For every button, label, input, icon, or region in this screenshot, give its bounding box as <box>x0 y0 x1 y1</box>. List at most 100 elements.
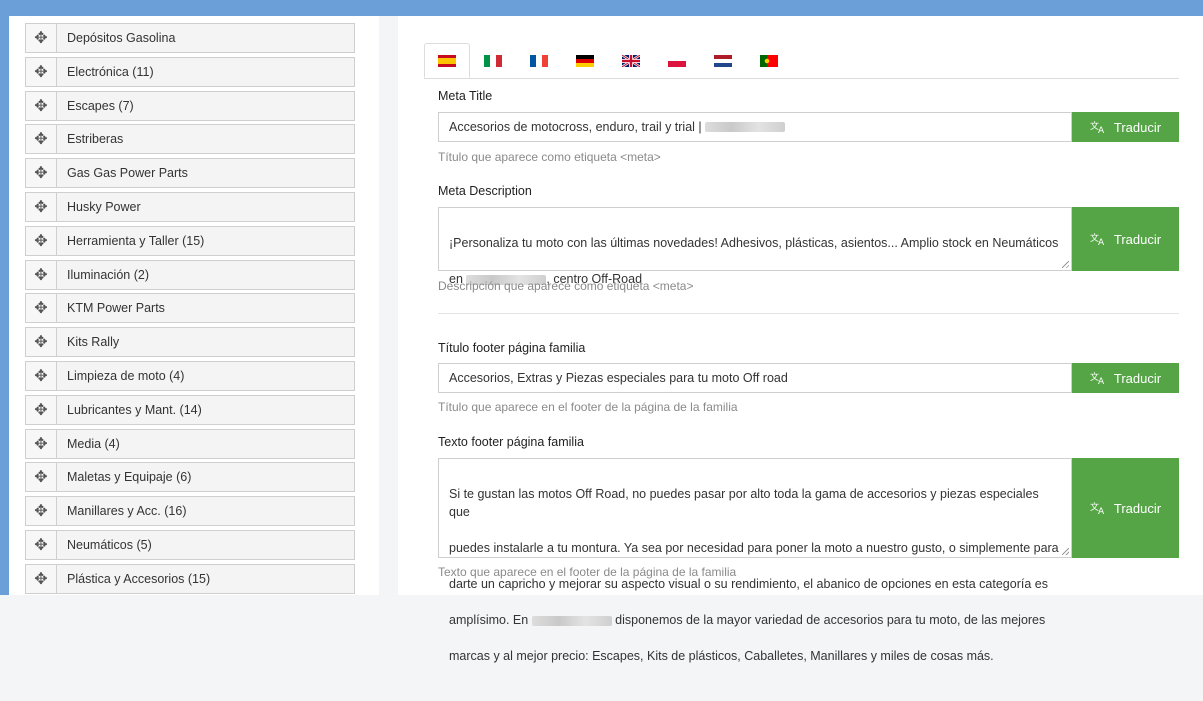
meta-title-help: Título que aparece como etiqueta <meta> <box>438 150 661 164</box>
meta-description-help: Descripción que aparece como etiqueta <m… <box>438 279 694 293</box>
category-list: ✥ Depósitos Gasolina ✥ Electrónica (11) ✥ E… <box>25 23 355 598</box>
list-item[interactable]: ✥ Estriberas <box>25 124 355 155</box>
category-label: Kits Rally <box>67 335 120 350</box>
meta-title-value: Accesorios de motocross, enduro, trail y… <box>449 120 702 134</box>
translate-meta-title-button[interactable]: 文A Traducir <box>1072 112 1179 142</box>
translate-meta-description-button[interactable]: 文A Traducir <box>1072 207 1179 271</box>
drag-handle-icon[interactable]: ✥ <box>26 497 57 526</box>
tab-language-pt[interactable] <box>746 43 792 78</box>
germany-flag-icon <box>576 54 594 67</box>
meta-title-input[interactable]: Accesorios de motocross, enduro, trail y… <box>438 112 1072 142</box>
drag-handle-icon[interactable]: ✥ <box>26 125 57 154</box>
translate-label: Traducir <box>1113 500 1162 516</box>
svg-text:A: A <box>1098 126 1105 134</box>
footer-text-line: puedes instalarle a tu montura. Ya sea p… <box>449 541 1059 555</box>
drag-handle-icon[interactable]: ✥ <box>26 361 57 390</box>
list-item[interactable]: ✥ Plástica y Accesorios (15) <box>25 563 355 594</box>
list-item[interactable]: ✥ Iluminación (2) <box>25 259 355 290</box>
translate-label: Traducir <box>1113 231 1162 247</box>
category-label: Neumáticos (5) <box>67 537 152 552</box>
category-label: Electrónica (11) <box>67 64 154 79</box>
category-label: Estriberas <box>67 132 124 147</box>
tab-language-es[interactable] <box>424 43 470 78</box>
drag-handle-icon[interactable]: ✥ <box>26 260 57 289</box>
footer-text-line: amplísimo. En disponemos de la mayor var… <box>449 611 1061 629</box>
category-label: Lubricantes y Mant. (14) <box>67 402 202 417</box>
drag-handle-icon[interactable]: ✥ <box>26 328 57 357</box>
footer-text-textarea[interactable]: Si te gustan las motos Off Road, no pued… <box>438 458 1072 663</box>
list-item[interactable]: ✥ Electrónica (11) <box>25 56 355 87</box>
list-item[interactable]: ✥ Husky Power <box>25 191 355 222</box>
list-item[interactable]: ✥ Gas Gas Power Parts <box>25 158 355 189</box>
resize-handle-icon[interactable] <box>1062 261 1069 268</box>
tab-language-pl[interactable] <box>654 43 700 78</box>
tab-language-en[interactable] <box>608 43 654 78</box>
footer-title-input[interactable]: Accesorios, Extras y Piezas especiales p… <box>438 363 1072 393</box>
category-label: Depósitos Gasolina <box>67 31 176 45</box>
meta-title-label: Meta Title <box>438 89 493 103</box>
drag-handle-icon[interactable]: ✥ <box>26 226 57 255</box>
category-label: KTM Power Parts <box>67 301 165 316</box>
spain-flag-icon <box>438 54 456 67</box>
category-label: Limpieza de moto (4) <box>67 368 185 383</box>
drag-handle-icon[interactable]: ✥ <box>26 192 57 221</box>
svg-text:A: A <box>1098 507 1105 515</box>
footer-title-help: Título que aparece en el footer de la pá… <box>438 400 738 414</box>
language-tabs <box>424 43 1179 79</box>
drag-handle-icon[interactable]: ✥ <box>26 24 57 52</box>
svg-text:A: A <box>1098 377 1105 385</box>
tab-language-it[interactable] <box>470 43 516 78</box>
list-item[interactable]: ✥ Limpieza de moto (4) <box>25 360 355 391</box>
list-item[interactable]: ✥ Media (4) <box>25 428 355 459</box>
italy-flag-icon <box>484 54 502 67</box>
list-item[interactable]: ✥ Herramienta y Taller (15) <box>25 225 355 256</box>
drag-handle-icon[interactable]: ✥ <box>26 159 57 188</box>
translate-icon: 文A <box>1090 371 1105 385</box>
category-label: Manillares y Acc. (16) <box>67 504 187 519</box>
meta-description-line: ¡Personaliza tu moto con las últimas nov… <box>449 236 1059 250</box>
redacted-text <box>705 122 786 132</box>
footer-text-line: Si te gustan las motos Off Road, no pued… <box>449 487 1039 519</box>
meta-description-textarea[interactable]: ¡Personaliza tu moto con las últimas nov… <box>438 207 1072 286</box>
list-item[interactable]: ✥ Lubricantes y Mant. (14) <box>25 394 355 425</box>
footer-title-value: Accesorios, Extras y Piezas especiales p… <box>449 371 788 385</box>
tab-language-nl[interactable] <box>700 43 746 78</box>
list-item[interactable]: ✥ Maletas y Equipaje (6) <box>25 462 355 493</box>
translate-icon: 文A <box>1090 501 1105 515</box>
list-item[interactable]: ✥ Depósitos Gasolina <box>25 23 355 53</box>
list-item[interactable]: ✥ Escapes (7) <box>25 90 355 121</box>
france-flag-icon <box>530 54 548 67</box>
translate-icon: 文A <box>1090 232 1105 246</box>
translate-label: Traducir <box>1113 119 1162 135</box>
list-item[interactable]: ✥ Manillares y Acc. (16) <box>25 496 355 527</box>
list-item[interactable]: ✥ KTM Power Parts <box>25 293 355 324</box>
category-label: Husky Power <box>67 199 141 214</box>
tab-language-de[interactable] <box>562 43 608 78</box>
drag-handle-icon[interactable]: ✥ <box>26 395 57 424</box>
category-label: Gas Gas Power Parts <box>67 166 188 181</box>
footer-text-line: marcas y al mejor precio: Escapes, Kits … <box>449 649 994 663</box>
tab-language-fr[interactable] <box>516 43 562 78</box>
resize-handle-icon[interactable] <box>1062 548 1069 555</box>
drag-handle-icon[interactable]: ✥ <box>26 530 57 559</box>
translate-footer-title-button[interactable]: 文A Traducir <box>1072 363 1179 393</box>
drag-handle-icon[interactable]: ✥ <box>26 294 57 323</box>
translate-label: Traducir <box>1113 370 1162 386</box>
footer-text-help: Texto que aparece en el footer de la pág… <box>438 565 737 579</box>
drag-handle-icon[interactable]: ✥ <box>26 57 57 86</box>
footer-text-segment: disponemos de la mayor variedad de acces… <box>615 613 1046 627</box>
translate-icon: 文A <box>1090 120 1105 134</box>
netherlands-flag-icon <box>714 54 732 67</box>
drag-handle-icon[interactable]: ✥ <box>26 429 57 458</box>
list-item[interactable]: ✥ Neumáticos (5) <box>25 529 355 560</box>
drag-handle-icon[interactable]: ✥ <box>26 91 57 120</box>
drag-handle-icon[interactable]: ✥ <box>26 564 57 593</box>
section-divider <box>438 313 1179 314</box>
category-label: Herramienta y Taller (15) <box>67 233 205 248</box>
drag-handle-icon[interactable]: ✥ <box>26 463 57 492</box>
category-label: Iluminación (2) <box>67 267 149 282</box>
list-item[interactable]: ✥ Kits Rally <box>25 327 355 358</box>
translate-footer-text-button[interactable]: 文A Traducir <box>1072 458 1179 558</box>
uk-flag-icon <box>622 54 640 67</box>
footer-text-label: Texto footer página familia <box>438 435 584 449</box>
